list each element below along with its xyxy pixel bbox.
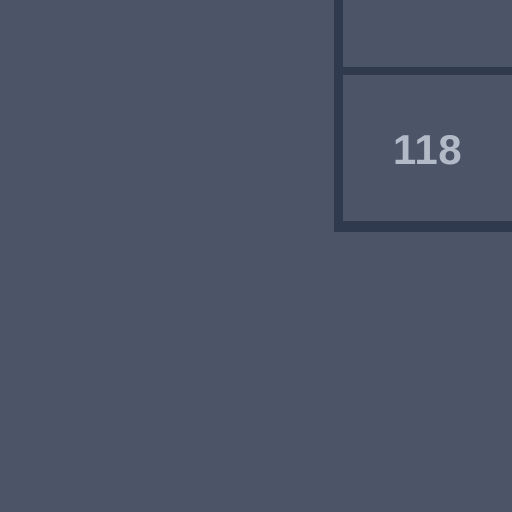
canvas-background: 118 [0, 0, 512, 512]
grid-fragment: 118 [334, 0, 512, 232]
grid-cell-value: 118 [392, 126, 463, 173]
grid-cell-top[interactable] [343, 0, 512, 67]
grid-cell-118[interactable]: 118 [343, 75, 512, 221]
